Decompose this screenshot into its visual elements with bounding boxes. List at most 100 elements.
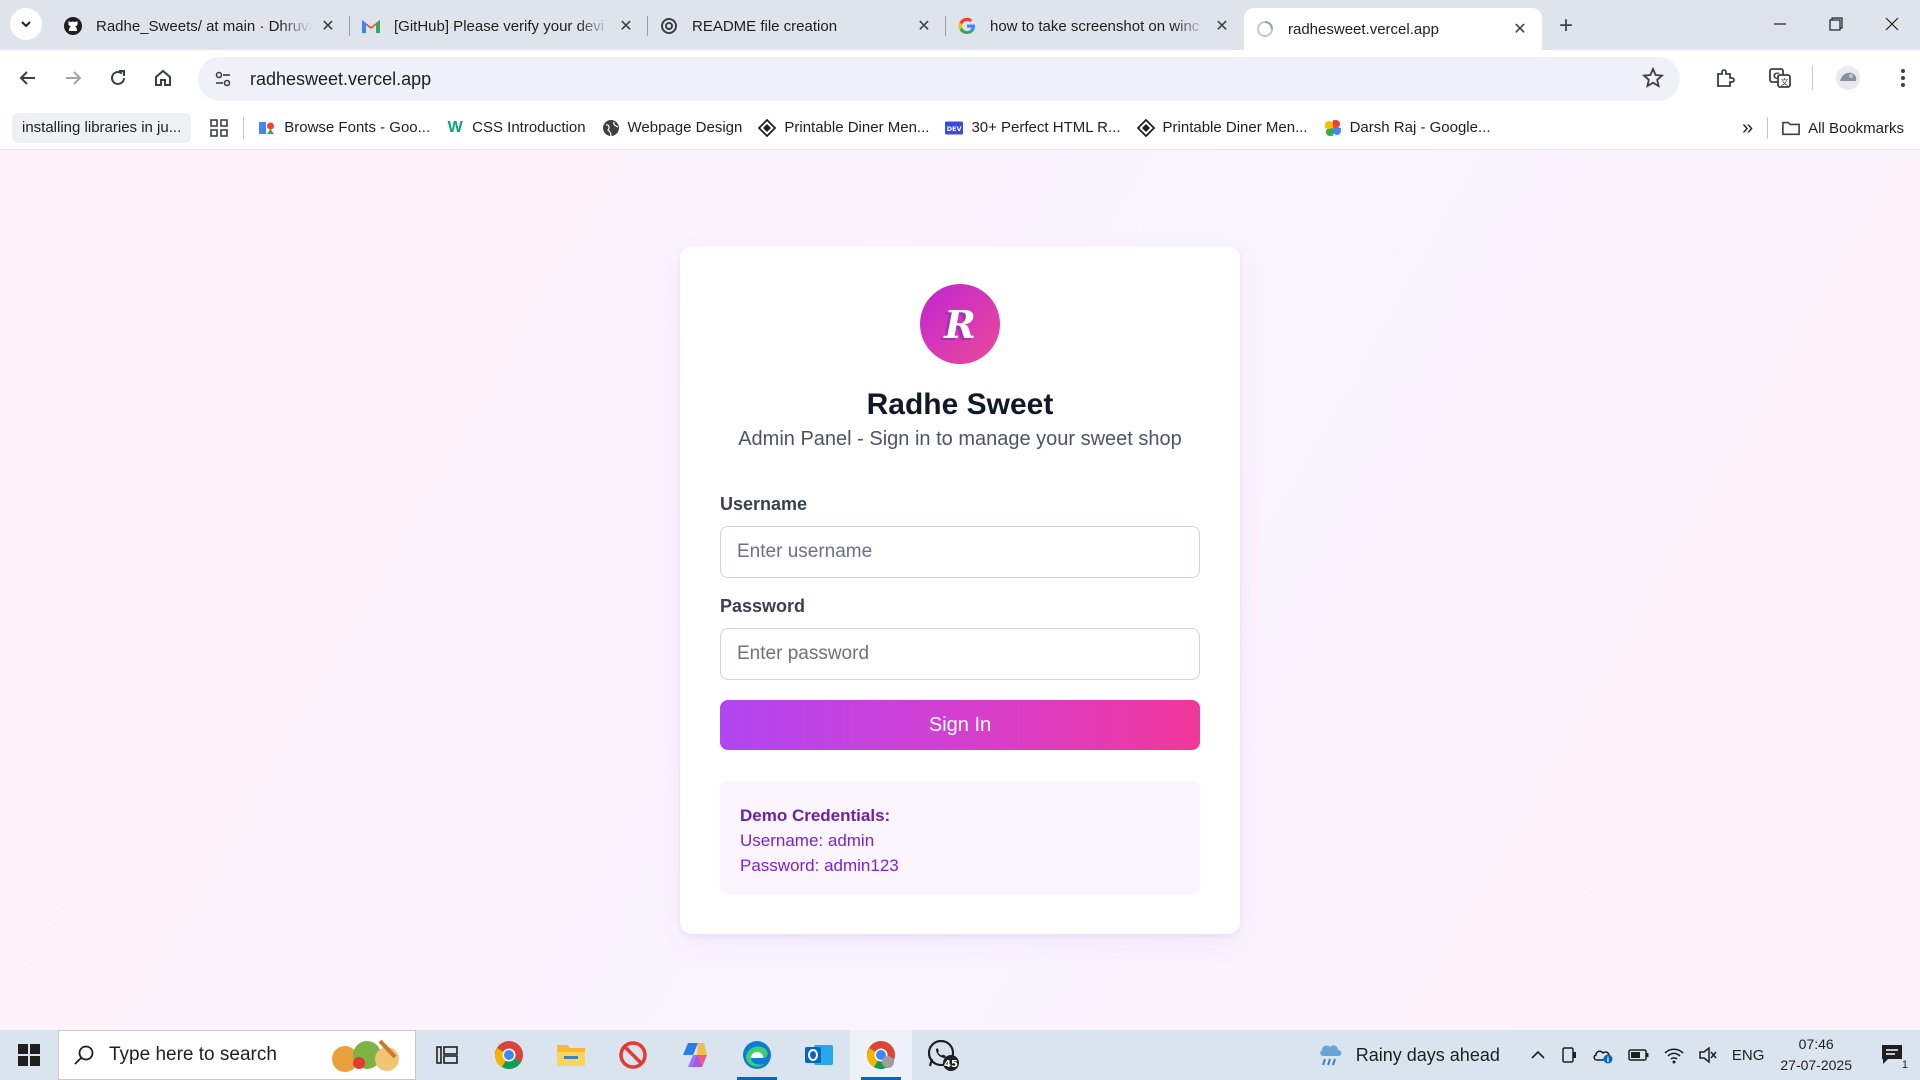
weather-widget[interactable]: Rainy days ahead: [1316, 1040, 1500, 1070]
restore-button[interactable]: [1808, 0, 1864, 48]
reload-button[interactable]: [98, 58, 138, 98]
bookmark-item[interactable]: Webpage Design: [594, 113, 751, 143]
diner-icon: [758, 118, 777, 137]
menu-button[interactable]: [1883, 58, 1920, 98]
tray-battery[interactable]: [1628, 1048, 1650, 1062]
close-window-button[interactable]: [1864, 0, 1920, 48]
tab-strip: Radhe_Sweets/ at main · Dhruvi ✕ [GitHub…: [0, 0, 1920, 50]
taskbar-copilot[interactable]: [664, 1030, 726, 1080]
windows-taskbar: Type here to search 45 Rainy days ahead: [0, 1030, 1920, 1080]
w3schools-icon: W: [447, 118, 463, 136]
taskbar-chrome[interactable]: [478, 1030, 540, 1080]
tray-onedrive-icon[interactable]: i: [1592, 1046, 1614, 1064]
tray-device-icon[interactable]: [1560, 1046, 1578, 1064]
taskbar-outlook[interactable]: [788, 1030, 850, 1080]
site-info-icon[interactable]: [206, 62, 240, 96]
bookmark-item[interactable]: Darsh Raj - Google...: [1316, 113, 1499, 143]
tab-title: radhesweet.vercel.app: [1288, 20, 1439, 38]
bookmark-divider: [243, 116, 245, 139]
bookmarks-overflow: » All Bookmarks: [1734, 113, 1920, 143]
taskbar-blocked-app[interactable]: [602, 1030, 664, 1080]
bookmark-item[interactable]: Browse Fonts - Goo...: [250, 113, 438, 143]
folder-icon: [557, 1045, 585, 1066]
translate-button[interactable]: G文: [1760, 58, 1800, 98]
google-icon: [956, 15, 978, 37]
notification-center-button[interactable]: 1: [1880, 1043, 1910, 1071]
search-placeholder: Type here to search: [109, 1044, 277, 1065]
tray-volume[interactable]: [1698, 1046, 1718, 1064]
bookmark-item[interactable]: Printable Diner Men...: [750, 113, 937, 143]
outlook-icon: [805, 1045, 833, 1065]
tab-title: README file creation: [692, 17, 838, 35]
tray-wifi[interactable]: [1664, 1046, 1684, 1064]
tab-chatgpt[interactable]: README file creation ✕: [648, 8, 946, 44]
bookmark-item[interactable]: installing libraries in ju...: [12, 112, 192, 143]
gmail-icon: [360, 15, 382, 37]
brand-logo: R: [920, 284, 1000, 364]
all-bookmarks-button[interactable]: All Bookmarks: [1774, 113, 1912, 143]
taskbar-edge[interactable]: [726, 1030, 788, 1080]
taskbar-chrome-active[interactable]: [850, 1030, 912, 1080]
close-icon[interactable]: ✕: [318, 16, 338, 36]
arrow-left-icon: [19, 71, 35, 85]
wifi-icon: [1664, 1048, 1684, 1064]
tab-github[interactable]: Radhe_Sweets/ at main · Dhruvi ✕: [52, 8, 350, 44]
close-icon[interactable]: ✕: [914, 16, 934, 36]
apps-grid-icon: [210, 118, 229, 137]
username-input[interactable]: [720, 526, 1200, 578]
taskbar-whatsapp[interactable]: 45: [912, 1030, 974, 1080]
demo-username: Username: admin: [740, 831, 875, 850]
password-input[interactable]: [720, 628, 1200, 680]
more-vert-icon: [1901, 69, 1905, 87]
browser-toolbar: radhesweet.vercel.app G文: [0, 50, 1920, 106]
back-button[interactable]: [8, 58, 48, 98]
new-tab-button[interactable]: +: [1548, 8, 1584, 44]
task-view-button[interactable]: [416, 1030, 478, 1080]
url-text[interactable]: radhesweet.vercel.app: [250, 69, 431, 90]
chevron-down-icon: [21, 21, 31, 28]
tab-radhesweet[interactable]: radhesweet.vercel.app ✕: [1244, 8, 1542, 50]
bookmark-item[interactable]: Printable Diner Men...: [1129, 113, 1316, 143]
clock[interactable]: 07:46 27-07-2025: [1780, 1034, 1852, 1076]
tab-gmail[interactable]: [GitHub] Please verify your devi ✕: [350, 8, 648, 44]
toolbar-divider: [1812, 66, 1813, 90]
whatsapp-icon: 45: [927, 1039, 959, 1071]
taskbar-file-explorer[interactable]: [540, 1030, 602, 1080]
profile-button[interactable]: [1828, 58, 1868, 98]
taskbar-search[interactable]: Type here to search: [58, 1030, 416, 1080]
translate-icon: G文: [1769, 68, 1791, 88]
forward-button[interactable]: [53, 58, 93, 98]
extensions-button[interactable]: [1705, 58, 1745, 98]
apps-button[interactable]: [201, 113, 237, 143]
chevron-up-icon: [1531, 1050, 1545, 1059]
svg-text:i: i: [1607, 1056, 1609, 1064]
bookmark-star-icon[interactable]: [1641, 66, 1665, 94]
start-button[interactable]: [0, 1030, 58, 1080]
chrome-icon: [495, 1041, 523, 1069]
loading-globe-icon: [1254, 18, 1276, 40]
close-icon[interactable]: ✕: [1212, 16, 1232, 36]
bookmark-label: Darsh Raj - Google...: [1349, 119, 1491, 136]
home-button[interactable]: [143, 58, 183, 98]
home-icon: [155, 69, 171, 86]
minimize-icon: [1774, 23, 1786, 25]
close-icon[interactable]: ✕: [616, 16, 636, 36]
sign-in-button[interactable]: Sign In: [720, 700, 1200, 750]
close-icon[interactable]: ✕: [1510, 19, 1530, 39]
address-bar[interactable]: radhesweet.vercel.app: [198, 57, 1680, 101]
language-indicator[interactable]: ENG: [1732, 1047, 1765, 1064]
more-bookmarks-button[interactable]: »: [1734, 113, 1761, 143]
tab-title: how to take screenshot on winc: [990, 17, 1200, 35]
tab-google-search[interactable]: how to take screenshot on winc ✕: [946, 8, 1244, 44]
show-hidden-icons-button[interactable]: [1530, 1047, 1546, 1063]
search-icon: [74, 1045, 94, 1065]
task-view-icon: [436, 1046, 458, 1064]
minimize-button[interactable]: [1752, 0, 1808, 48]
demo-credentials-title: Demo Credentials:: [740, 806, 891, 825]
tab-search-button[interactable]: [10, 8, 42, 40]
arrow-right-icon: [66, 71, 82, 85]
bookmark-item[interactable]: W CSS Introduction: [438, 113, 593, 143]
brand-title: Radhe Sweet: [866, 388, 1054, 421]
cloud-info-icon: i: [1593, 1050, 1613, 1064]
bookmark-item[interactable]: DEV 30+ Perfect HTML R...: [937, 113, 1128, 143]
